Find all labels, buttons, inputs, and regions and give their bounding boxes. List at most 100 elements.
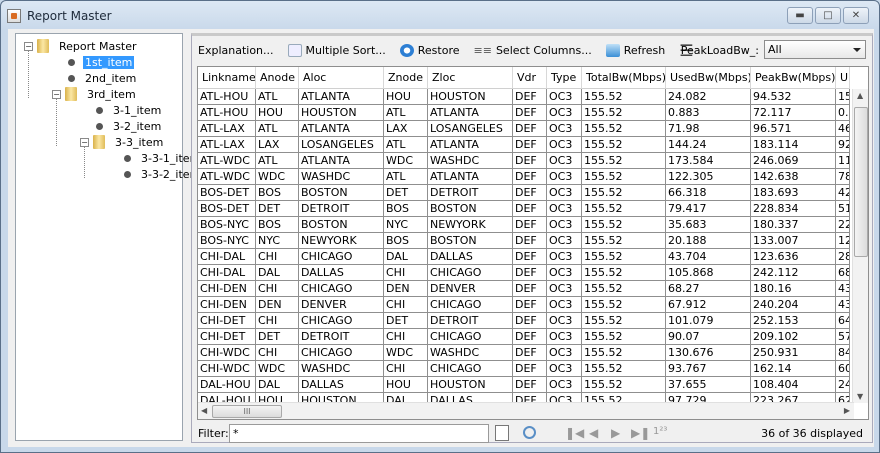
table-row[interactable]: CHI-DET CHI CHICAGO DET DETROIT DEF OC3 155.52 1… (198, 313, 850, 329)
restore-button[interactable]: Restore (399, 43, 460, 57)
page-numbers-icon[interactable]: 1²³ (653, 426, 667, 437)
select-columns-button[interactable]: ≡≡ Select Columns... (474, 44, 592, 57)
tree-node-1st-item[interactable]: 1st_item (68, 54, 135, 70)
vertical-scrollbar[interactable]: ▲ ▼ (852, 89, 868, 403)
app-icon (7, 9, 21, 23)
table-cell: CHI-DAL (198, 265, 256, 281)
vertical-scroll-thumb[interactable] (854, 107, 868, 257)
table-cell: 66.318 (666, 185, 751, 201)
filter-label: Filter: (198, 426, 229, 440)
scroll-left-icon[interactable]: ◀ (201, 406, 207, 415)
table-row[interactable]: ATL-WDC ATL ATLANTA WDC WASHDC DEF OC3 155.52 17… (198, 153, 850, 169)
column-header-peakbw-mbps[interactable]: PeakBw(Mbps) (751, 67, 836, 89)
peakloadbw-select[interactable]: All (764, 40, 866, 59)
table-row[interactable]: BOS-NYC NYC NEWYORK BOS BOSTON DEF OC3 155.52 20… (198, 233, 850, 249)
table-row[interactable]: CHI-WDC WDC WASHDC CHI CHICAGO DEF OC3 155.52 93… (198, 361, 850, 377)
table-cell: 60 (836, 361, 850, 377)
column-header-usedbw-mbps[interactable]: UsedBw(Mbps) (666, 67, 751, 89)
explanation-button[interactable]: Explanation... (198, 44, 274, 57)
leaf-bullet-icon (68, 58, 75, 66)
leaf-bullet-icon (96, 106, 103, 114)
scroll-right-icon[interactable]: ▶ (844, 406, 850, 415)
table-cell: ATL (256, 89, 299, 105)
table-cell: CHI (384, 297, 428, 313)
table-cell: 43 (836, 281, 850, 297)
maximize-button[interactable]: □ (815, 7, 841, 24)
table-row[interactable]: BOS-DET DET DETROIT BOS BOSTON DEF OC3 155.52 79… (198, 201, 850, 217)
column-header-linkname[interactable]: Linkname (198, 67, 256, 89)
table-row[interactable]: CHI-DAL CHI CHICAGO DAL DALLAS DEF OC3 155.52 43… (198, 249, 850, 265)
column-header-znode[interactable]: Znode (384, 67, 428, 89)
scroll-up-icon[interactable]: ▲ (857, 91, 863, 100)
filter-input[interactable]: * (229, 424, 489, 443)
table-cell: HOU (384, 89, 428, 105)
column-header-u[interactable]: U (836, 67, 850, 89)
table-cell: DET (256, 201, 299, 217)
column-header-zloc[interactable]: Zloc (428, 67, 513, 89)
minimize-button[interactable]: ▬ (787, 7, 813, 24)
table-cell: CHI-DET (198, 329, 256, 345)
table-row[interactable]: DAL-HOU DAL DALLAS HOU HOUSTON DEF OC3 155.52 37… (198, 377, 850, 393)
table-cell: HOUSTON (428, 89, 513, 105)
table-cell: DEF (513, 217, 547, 233)
table-cell: ATL-WDC (198, 169, 256, 185)
column-header-aloc[interactable]: Aloc (299, 67, 384, 89)
table-cell: 37.655 (666, 377, 751, 393)
last-page-icon[interactable]: ▶❚ (631, 426, 650, 440)
table-cell: CHI-DEN (198, 281, 256, 297)
search-add-icon[interactable] (523, 426, 536, 439)
tree-node-3rd-item[interactable]: −3rd_item (52, 86, 138, 102)
table-cell: NEWYORK (428, 217, 513, 233)
table-cell: OC3 (547, 89, 582, 105)
column-header-totalbw-mbps[interactable]: TotalBw(Mbps) (582, 67, 666, 89)
table-row[interactable]: ATL-LAX LAX LOSANGELES ATL ATLANTA DEF OC3 155.… (198, 137, 850, 153)
tree-node-label: 1st_item (83, 55, 135, 69)
close-button[interactable]: ✕ (843, 7, 869, 24)
table-row[interactable]: ATL-LAX ATL ATLANTA LAX LOSANGELES DEF OC3 155.… (198, 121, 850, 137)
scroll-down-icon[interactable]: ▼ (857, 392, 863, 401)
table-cell: 93.767 (666, 361, 751, 377)
table-row[interactable]: BOS-NYC BOS BOSTON NYC NEWYORK DEF OC3 155.52 35… (198, 217, 850, 233)
table-cell: CHI (256, 313, 299, 329)
table-cell: 42 (836, 185, 850, 201)
table-cell: DETROIT (428, 313, 513, 329)
table-row[interactable]: ATL-WDC WDC WASHDC ATL ATLANTA DEF OC3 155.52 12… (198, 169, 850, 185)
multiple-sort-button[interactable]: Multiple Sort... (287, 43, 386, 57)
find-icon[interactable] (495, 425, 509, 441)
table-cell: OC3 (547, 169, 582, 185)
previous-page-icon[interactable]: ◀ (589, 426, 598, 440)
column-header-vdr[interactable]: Vdr (513, 67, 547, 89)
table-row[interactable]: ATL-HOU ATL ATLANTA HOU HOUSTON DEF OC3 155.52 2… (198, 89, 850, 105)
column-header-anode[interactable]: Anode (256, 67, 299, 89)
column-header-type[interactable]: Type (547, 67, 582, 89)
table-row[interactable]: BOS-DET BOS BOSTON DET DETROIT DEF OC3 155.52 66… (198, 185, 850, 201)
tree-node-3-3-item[interactable]: −3-3_item (80, 134, 165, 150)
table-cell: 11 (836, 153, 850, 169)
refresh-button[interactable]: Refresh (605, 43, 665, 57)
table-cell: 173.584 (666, 153, 751, 169)
table-row[interactable]: CHI-DEN CHI CHICAGO DEN DENVER DEF OC3 155.52 68… (198, 281, 850, 297)
table-cell: WASHDC (299, 169, 384, 185)
tree-connector (28, 50, 29, 98)
tree-node-3-1-item[interactable]: 3-1_item (96, 102, 163, 118)
table-cell: 78 (836, 169, 850, 185)
table-cell: 209.102 (751, 329, 836, 345)
first-page-icon[interactable]: ❚◀ (565, 426, 584, 440)
horizontal-scroll-thumb[interactable]: III (212, 405, 282, 418)
horizontal-scrollbar[interactable]: ◀ III ▶ (198, 402, 854, 419)
table-cell: BOS-DET (198, 185, 256, 201)
table-row[interactable]: CHI-DET DET DETROIT CHI CHICAGO DEF OC3 155.52 9… (198, 329, 850, 345)
table-cell: NYC (256, 233, 299, 249)
table-row[interactable]: CHI-WDC CHI CHICAGO WDC WASHDC DEF OC3 155.52 13… (198, 345, 850, 361)
table-cell: BOSTON (299, 185, 384, 201)
tree-node-report-master[interactable]: − Report Master (24, 38, 139, 54)
tree-node-3-2-item[interactable]: 3-2_item (96, 118, 163, 134)
table-cell: 101.079 (666, 313, 751, 329)
table-cell: OC3 (547, 121, 582, 137)
table-row[interactable]: CHI-DEN DEN DENVER CHI CHICAGO DEF OC3 155.52 67… (198, 297, 850, 313)
table-row[interactable]: ATL-HOU HOU HOUSTON ATL ATLANTA DEF OC3 155.52 0… (198, 105, 850, 121)
next-page-icon[interactable]: ▶ (611, 426, 620, 440)
tree-node-2nd-item[interactable]: 2nd_item (68, 70, 138, 86)
table-row[interactable]: CHI-DAL DAL DALLAS CHI CHICAGO DEF OC3 155.52 10… (198, 265, 850, 281)
table-cell: WASHDC (428, 345, 513, 361)
